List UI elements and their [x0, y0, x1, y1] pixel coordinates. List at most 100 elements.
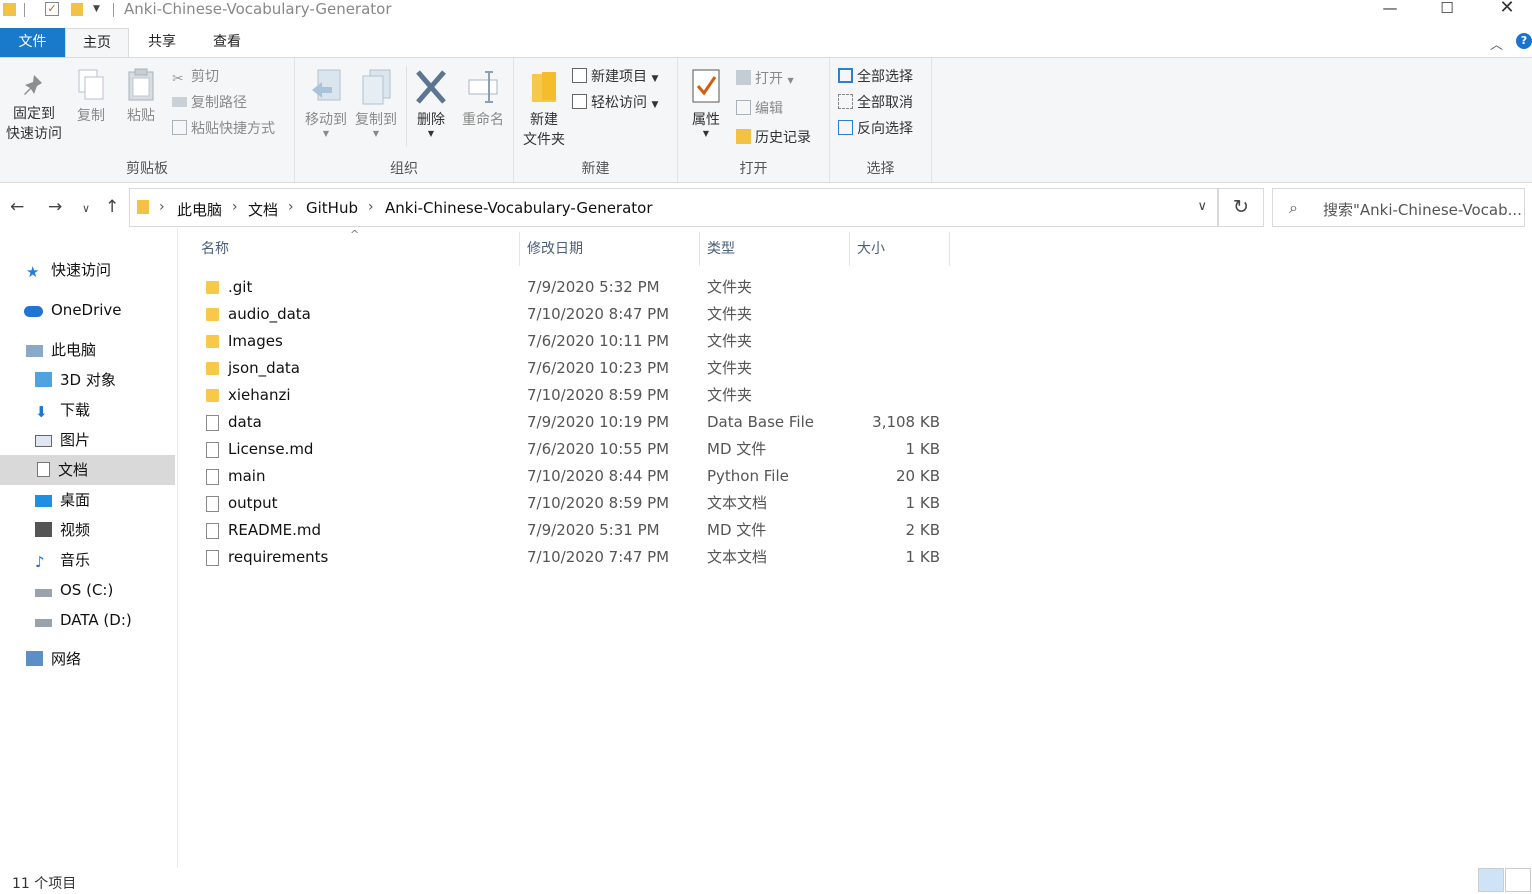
- tab-home[interactable]: 主页: [65, 28, 129, 58]
- title-bar: ✓ ▼ Anki-Chinese-Vocabulary-Generator — …: [0, 0, 1532, 22]
- file-row[interactable]: Images 7/6/2020 10:11 PM 文件夹: [200, 328, 950, 355]
- address-dropdown-chevron-icon[interactable]: ∨: [1197, 199, 1207, 214]
- tab-file[interactable]: 文件: [0, 28, 65, 58]
- properties-label: 属性: [692, 112, 720, 128]
- file-row[interactable]: audio_data 7/10/2020 8:47 PM 文件夹: [200, 301, 950, 328]
- new-item-button[interactable]: 新建项目 ▼: [572, 68, 658, 88]
- cut-label: 剪切: [191, 69, 219, 85]
- large-icons-view-icon[interactable]: [1505, 868, 1531, 892]
- file-icon: [206, 415, 219, 431]
- open-button[interactable]: 打开 ▼: [736, 70, 794, 90]
- folder-icon: [3, 3, 16, 16]
- file-row[interactable]: License.md 7/6/2020 10:55 PM MD 文件 1 KB: [200, 436, 950, 463]
- chevron-right-icon[interactable]: ›: [159, 199, 165, 215]
- close-button[interactable]: ✕: [1484, 0, 1530, 18]
- column-header-name[interactable]: 名称: [194, 232, 520, 266]
- copy-to-button[interactable]: 复制到 ▼: [350, 68, 402, 138]
- chevron-right-icon[interactable]: ›: [368, 199, 374, 215]
- delete-button[interactable]: 删除 ▼: [410, 68, 452, 138]
- file-date: 7/6/2020 10:11 PM: [527, 332, 670, 350]
- history-icon: [736, 129, 751, 144]
- group-label-new: 新建: [581, 161, 610, 177]
- nav-pictures[interactable]: 图片: [35, 425, 90, 455]
- nav-network[interactable]: 网络: [26, 644, 81, 674]
- nav-onedrive[interactable]: OneDrive: [24, 295, 122, 325]
- nav-documents[interactable]: 文档: [0, 455, 175, 485]
- group-label-organize: 组织: [390, 161, 418, 177]
- paste-shortcut-label: 粘贴快捷方式: [191, 121, 275, 137]
- customize-toolbar-chevron-icon[interactable]: ▼: [93, 4, 100, 20]
- recent-locations-chevron-icon[interactable]: ∨: [82, 202, 90, 215]
- search-box[interactable]: ⌕ 搜索"Anki-Chinese-Vocab...: [1272, 188, 1525, 227]
- breadcrumb-this-pc[interactable]: 此电脑: [177, 199, 222, 220]
- maximize-button[interactable]: ☐: [1424, 0, 1470, 18]
- pin-quick-access-button[interactable]: 固定到 快速访问: [2, 72, 66, 144]
- rename-button[interactable]: 重命名: [457, 68, 509, 130]
- address-bar[interactable]: › 此电脑 › 文档 › GitHub › Anki-Chinese-Vocab…: [129, 188, 1218, 227]
- back-arrow-icon[interactable]: ←: [10, 197, 24, 217]
- nav-music[interactable]: ♪ 音乐: [35, 545, 90, 575]
- file-row[interactable]: output 7/10/2020 8:59 PM 文本文档 1 KB: [200, 490, 950, 517]
- new-folder-quick-icon[interactable]: [71, 3, 83, 16]
- file-name: README.md: [228, 521, 322, 539]
- cloud-icon: [24, 306, 43, 317]
- breadcrumb-documents[interactable]: 文档: [248, 199, 278, 220]
- paste-button[interactable]: 粘贴: [122, 68, 160, 126]
- copy-button[interactable]: 复制: [72, 68, 110, 126]
- tab-view[interactable]: 查看: [195, 28, 259, 58]
- column-header-type[interactable]: 类型: [700, 232, 850, 266]
- nav-quick-access[interactable]: ★ 快速访问: [26, 255, 111, 285]
- select-all-button[interactable]: 全部选择: [838, 68, 913, 86]
- forward-arrow-icon[interactable]: →: [48, 197, 62, 217]
- breadcrumb-current[interactable]: Anki-Chinese-Vocabulary-Generator: [385, 199, 653, 217]
- move-to-label: 移动到: [305, 112, 347, 128]
- details-view-icon[interactable]: [1478, 868, 1504, 892]
- chevron-right-icon[interactable]: ›: [288, 199, 294, 215]
- file-row[interactable]: main 7/10/2020 8:44 PM Python File 20 KB: [200, 463, 950, 490]
- group-organize: 移动到 ▼ 复制到 ▼ 删除 ▼ 重命名 组织: [295, 58, 514, 182]
- properties-button[interactable]: 属性 ▼: [686, 68, 726, 138]
- chevron-up-icon[interactable]: ︿: [1490, 34, 1503, 53]
- copy-path-button[interactable]: 复制路径: [172, 94, 247, 112]
- file-name: data: [228, 413, 262, 431]
- nav-downloads[interactable]: ⬇ 下载: [35, 395, 90, 425]
- picture-icon: [35, 435, 52, 447]
- new-folder-button[interactable]: 新建 文件夹: [518, 68, 570, 150]
- refresh-button[interactable]: ↻: [1218, 188, 1264, 227]
- file-name: xiehanzi: [228, 386, 291, 404]
- edit-button[interactable]: 编辑: [736, 100, 783, 118]
- move-to-button[interactable]: 移动到 ▼: [300, 68, 352, 138]
- properties-quick-icon[interactable]: ✓: [45, 2, 59, 16]
- breadcrumb-github[interactable]: GitHub: [306, 199, 358, 217]
- minimize-button[interactable]: —: [1367, 0, 1413, 18]
- invert-selection-button[interactable]: 反向选择: [838, 120, 913, 138]
- tab-share[interactable]: 共享: [130, 28, 194, 58]
- paste-shortcut-button[interactable]: 粘贴快捷方式: [172, 120, 275, 138]
- nav-desktop[interactable]: 桌面: [35, 485, 90, 515]
- column-header-date[interactable]: 修改日期: [520, 232, 700, 266]
- search-input[interactable]: 搜索"Anki-Chinese-Vocab...: [1323, 199, 1523, 220]
- folder-icon: [206, 335, 219, 348]
- column-header-size[interactable]: 大小: [850, 232, 950, 266]
- file-row[interactable]: json_data 7/6/2020 10:23 PM 文件夹: [200, 355, 950, 382]
- nav-os-c[interactable]: OS (C:): [35, 575, 113, 605]
- nav-data-d[interactable]: DATA (D:): [35, 605, 132, 635]
- nav-this-pc[interactable]: 此电脑: [26, 335, 96, 365]
- easy-access-button[interactable]: 轻松访问 ▼: [572, 94, 658, 114]
- nav-3d-objects[interactable]: 3D 对象: [35, 365, 116, 395]
- file-row[interactable]: README.md 7/9/2020 5:31 PM MD 文件 2 KB: [200, 517, 950, 544]
- chevron-right-icon[interactable]: ›: [232, 199, 238, 215]
- file-row[interactable]: requirements 7/10/2020 7:47 PM 文本文档 1 KB: [200, 544, 950, 571]
- file-row[interactable]: .git 7/9/2020 5:32 PM 文件夹: [200, 274, 950, 301]
- select-none-button[interactable]: 全部取消: [838, 94, 913, 112]
- up-arrow-icon[interactable]: ↑: [105, 197, 119, 217]
- computer-icon: [26, 345, 43, 357]
- cut-button[interactable]: ✂ 剪切: [172, 68, 219, 87]
- file-row[interactable]: xiehanzi 7/10/2020 8:59 PM 文件夹: [200, 382, 950, 409]
- history-button[interactable]: 历史记录: [736, 129, 811, 147]
- file-date: 7/10/2020 8:44 PM: [527, 467, 670, 485]
- help-icon[interactable]: ?: [1516, 33, 1532, 49]
- file-row[interactable]: data 7/9/2020 10:19 PM Data Base File 3,108…: [200, 409, 950, 436]
- separator: [113, 3, 114, 17]
- nav-videos[interactable]: 视频: [35, 515, 90, 545]
